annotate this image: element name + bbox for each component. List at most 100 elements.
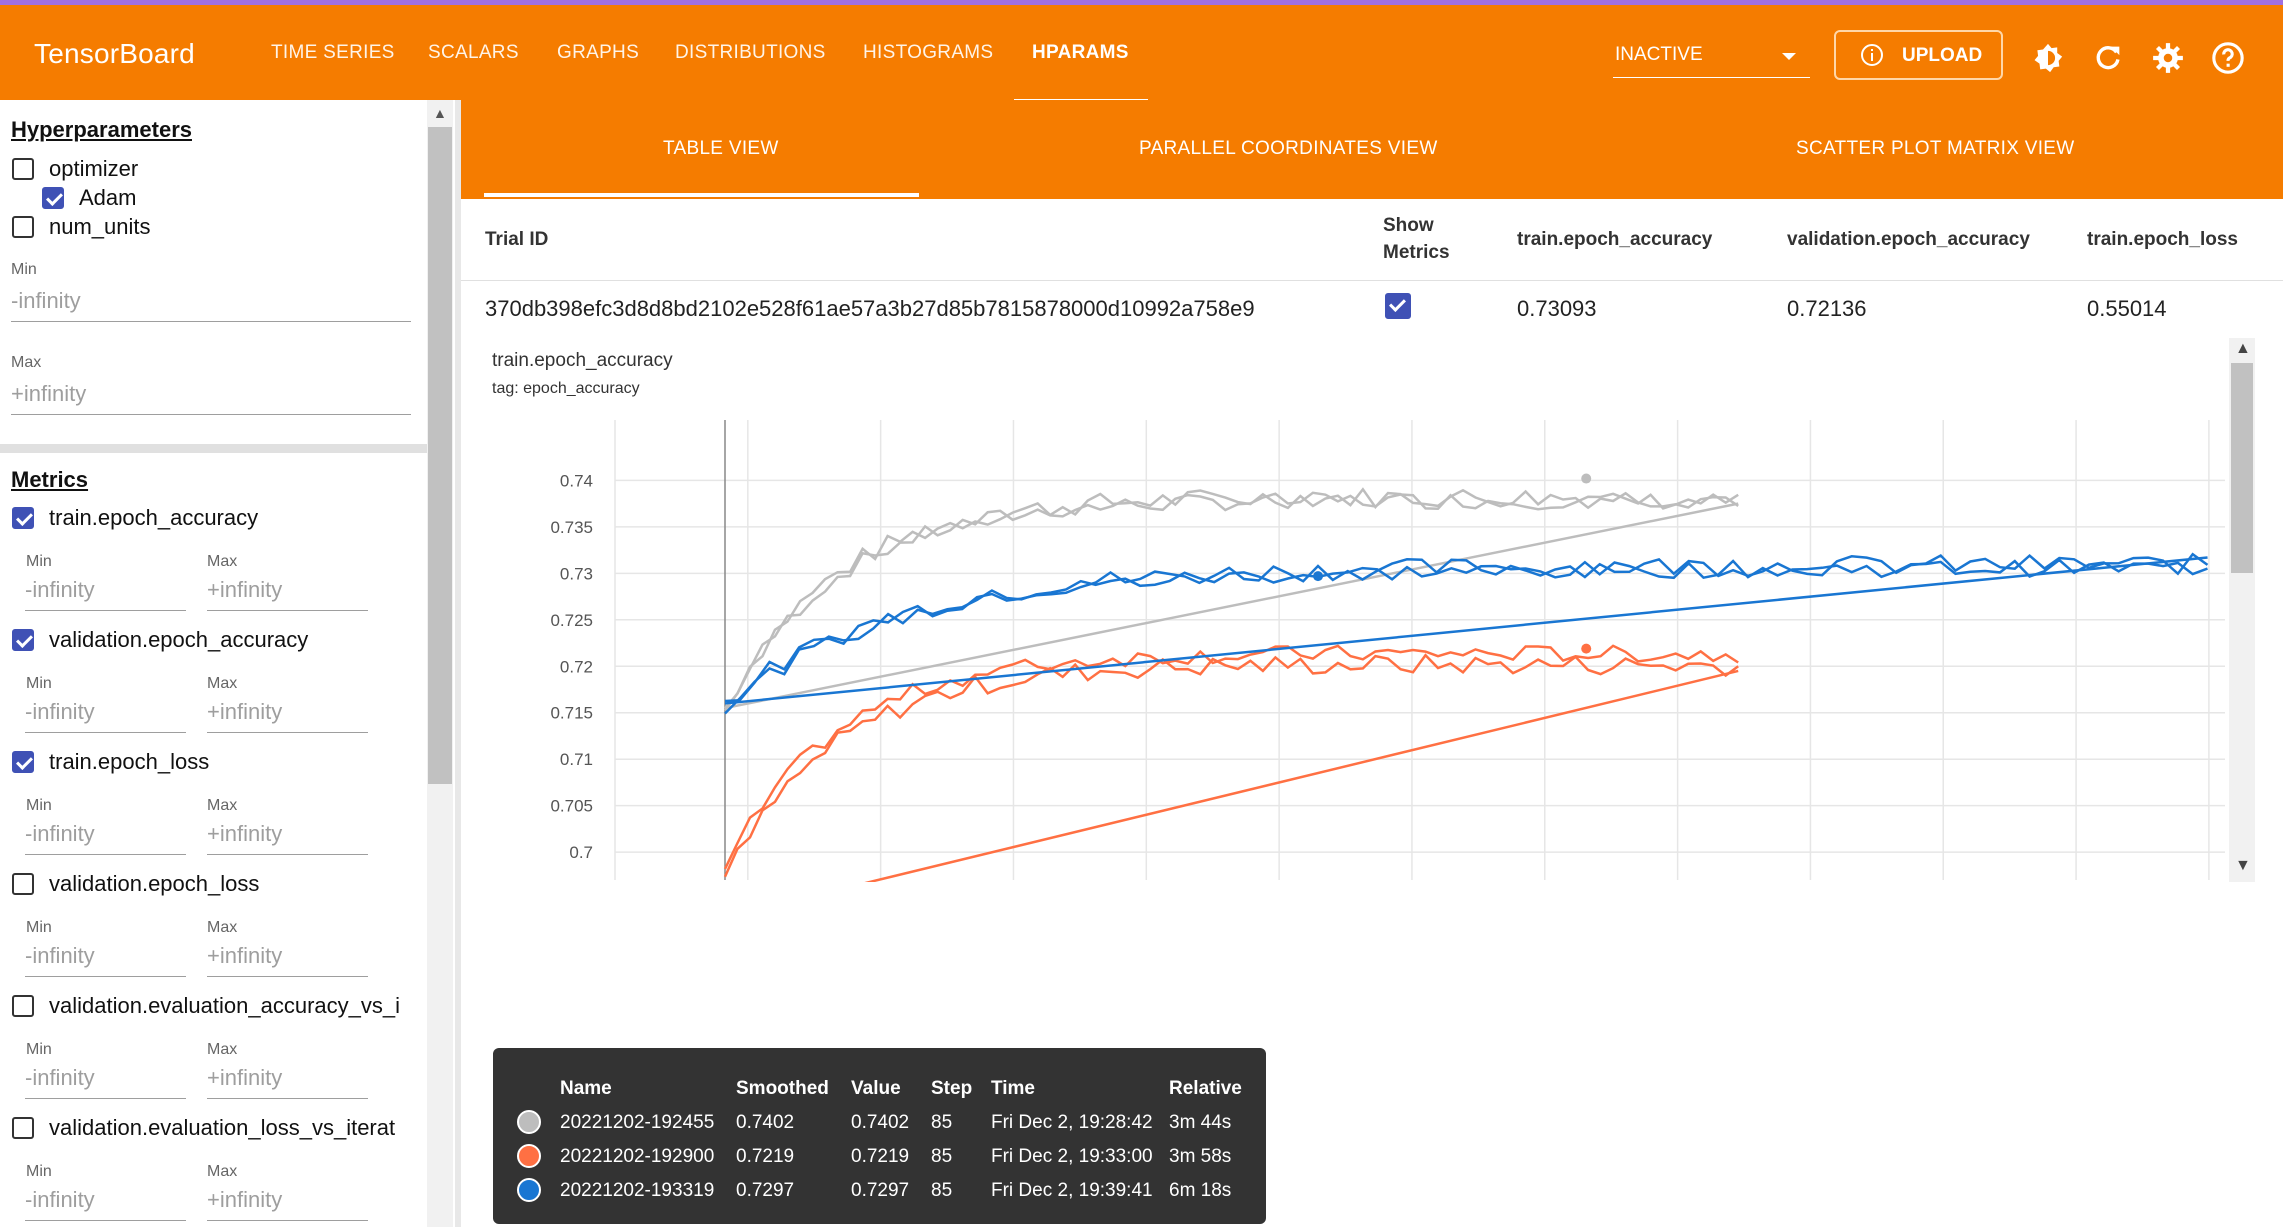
metric-max-input[interactable]: +infinity	[207, 821, 368, 855]
column-header-train-epoch-accuracy[interactable]: train.epoch_accuracy	[1517, 229, 1712, 251]
tooltip-time: Fri Dec 2, 19:39:41	[991, 1180, 1153, 1201]
metric-min-input[interactable]: -infinity	[25, 943, 186, 977]
hyperparameters-title: Hyperparameters	[11, 117, 192, 142]
column-header-show-metrics-2: Metrics	[1383, 242, 1450, 263]
caret-down-icon	[1782, 53, 1796, 60]
y-tick-label: 0.7	[569, 843, 593, 862]
scroll-down-icon[interactable]: ▼	[2235, 857, 2251, 875]
series-line	[723, 644, 1739, 870]
tab-distributions[interactable]: DISTRIBUTIONS	[675, 42, 826, 64]
checkbox-optimizer[interactable]	[12, 158, 34, 180]
checkbox-num-units[interactable]	[12, 216, 34, 238]
chart-series	[723, 473, 2209, 882]
metric-max-input[interactable]: +infinity	[207, 1065, 368, 1099]
sidebar-scrollbar-thumb[interactable]	[428, 127, 452, 784]
top-app-bar: TensorBoard TIME SERIES SCALARS GRAPHS D…	[0, 0, 2283, 103]
tooltip-relative: 3m 44s	[1169, 1112, 1232, 1133]
tooltip-header-relative: Relative	[1169, 1078, 1242, 1099]
max-label: Max	[207, 675, 238, 692]
max-label: Max	[207, 1163, 238, 1180]
tooltip-step: 85	[931, 1146, 953, 1167]
tooltip-smoothed: 0.7402	[736, 1112, 795, 1133]
tab-graphs[interactable]: GRAPHS	[557, 42, 639, 64]
column-header-train-epoch-loss[interactable]: train.epoch_loss	[2087, 229, 2238, 251]
metric-label: validation.evaluation_loss_vs_iterat	[49, 1115, 396, 1140]
tab-parallel-coordinates-view[interactable]: PARALLEL COORDINATES VIEW	[1139, 138, 1438, 160]
checkbox-metric-validation-evaluation-accuracy[interactable]	[12, 995, 34, 1017]
section-divider	[0, 444, 427, 453]
show-metrics-checkbox[interactable]	[1385, 293, 1411, 319]
checkbox-metric-train-epoch-accuracy[interactable]	[12, 507, 34, 529]
settings-icon[interactable]	[2151, 41, 2185, 75]
tooltip-header-smoothed: Smoothed	[736, 1078, 829, 1099]
active-subtab-indicator	[484, 193, 919, 197]
tooltip-run-name: 20221202-192455	[560, 1112, 715, 1133]
tooltip-run-name: 20221202-192900	[560, 1146, 715, 1167]
help-icon[interactable]	[2211, 41, 2245, 75]
series-line	[724, 487, 1739, 710]
series-line	[724, 558, 2208, 715]
y-tick-label: 0.73	[560, 564, 593, 583]
checkbox-metric-validation-epoch-loss[interactable]	[12, 873, 34, 895]
checkbox-metric-validation-epoch-accuracy[interactable]	[12, 629, 34, 651]
tab-scalars[interactable]: SCALARS	[428, 42, 519, 64]
hparams-view-tabs: TABLE VIEW PARALLEL COORDINATES VIEW SCA…	[461, 100, 2283, 199]
tooltip-run-name: 20221202-193319	[560, 1180, 715, 1201]
column-header-trial-id[interactable]: Trial ID	[485, 229, 548, 251]
metric-min-input[interactable]: -infinity	[25, 1187, 186, 1221]
hparam-label-num-units: num_units	[49, 214, 151, 239]
tab-histograms[interactable]: HISTOGRAMS	[863, 42, 993, 64]
tooltip-time: Fri Dec 2, 19:33:00	[991, 1146, 1153, 1167]
y-tick-label: 0.705	[550, 797, 593, 816]
tab-table-view[interactable]: TABLE VIEW	[663, 138, 779, 160]
series-line	[724, 552, 2209, 703]
checkbox-metric-train-epoch-loss[interactable]	[12, 751, 34, 773]
metric-max-input[interactable]: +infinity	[207, 943, 368, 977]
hover-marker	[1313, 571, 1324, 582]
series-color-swatch	[517, 1178, 541, 1202]
min-label: Min	[26, 675, 52, 692]
y-tick-label: 0.72	[560, 657, 593, 676]
scroll-up-icon[interactable]: ▲	[433, 105, 447, 121]
run-select-dropdown[interactable]: INACTIVE	[1613, 37, 1810, 78]
run-select-value: INACTIVE	[1615, 44, 1703, 65]
checkbox-adam[interactable]	[42, 187, 64, 209]
tab-scatter-plot-matrix-view[interactable]: SCATTER PLOT MATRIX VIEW	[1796, 138, 2075, 160]
metric-max-input[interactable]: +infinity	[207, 1187, 368, 1221]
line-chart[interactable]: 0.74 0.735 0.73 0.725 0.72 0.715 0.71 0.705 0.7	[480, 410, 2230, 882]
chart-scrollbar-thumb[interactable]	[2231, 363, 2253, 573]
y-tick-label: 0.725	[550, 611, 593, 630]
checkbox-metric-validation-evaluation-loss[interactable]	[12, 1117, 34, 1139]
tooltip-smoothed: 0.7219	[736, 1146, 795, 1167]
refresh-icon[interactable]	[2091, 41, 2125, 75]
series-connector-line	[864, 669, 1739, 882]
metric-label: validation.epoch_loss	[49, 871, 260, 896]
max-label: Max	[207, 797, 238, 814]
metric-min-input[interactable]: -infinity	[25, 821, 186, 855]
series-color-swatch	[517, 1110, 541, 1134]
tab-hparams[interactable]: HPARAMS	[1032, 42, 1129, 64]
metric-min-input[interactable]: -infinity	[25, 699, 186, 733]
num-units-max-input[interactable]: +infinity	[11, 381, 411, 415]
scroll-up-icon[interactable]: ▲	[2235, 340, 2251, 358]
tooltip-relative: 6m 18s	[1169, 1180, 1232, 1201]
metric-min-input[interactable]: -infinity	[25, 577, 186, 611]
hover-marker	[1581, 643, 1592, 654]
metric-min-input[interactable]: -infinity	[25, 1065, 186, 1099]
series-connector-line	[724, 556, 2208, 705]
y-tick-label: 0.74	[560, 471, 593, 490]
metric-max-input[interactable]: +infinity	[207, 699, 368, 733]
tab-time-series[interactable]: TIME SERIES	[271, 42, 395, 64]
upload-button[interactable]: UPLOAD	[1834, 30, 2003, 80]
y-axis-ticks: 0.74 0.735 0.73 0.725 0.72 0.715 0.71 0.705 0.7	[550, 471, 593, 862]
metric-label: train.epoch_loss	[49, 749, 210, 774]
hparam-value-adam: Adam	[79, 185, 137, 210]
brightness-icon[interactable]	[2031, 41, 2065, 75]
column-header-validation-epoch-accuracy[interactable]: validation.epoch_accuracy	[1787, 229, 2030, 251]
num-units-min-input[interactable]: -infinity	[11, 288, 411, 322]
min-label: Min	[26, 1163, 52, 1180]
metric-label: validation.epoch_accuracy	[49, 627, 309, 652]
metric-max-input[interactable]: +infinity	[207, 577, 368, 611]
min-label: Min	[26, 797, 52, 814]
hover-marker	[1581, 473, 1592, 484]
